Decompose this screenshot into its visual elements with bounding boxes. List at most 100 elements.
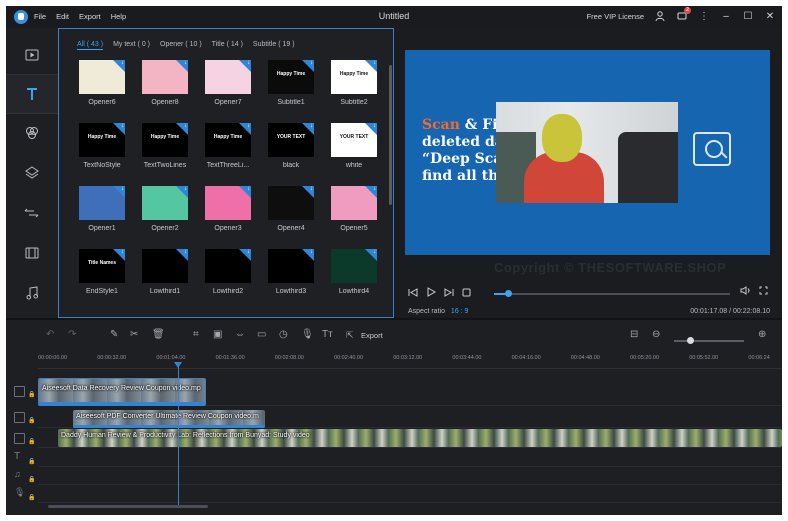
volume-icon[interactable] xyxy=(740,286,751,297)
lock-icon[interactable]: 🔒 xyxy=(28,458,35,465)
asset-item[interactable]: ↓ Opener1 xyxy=(79,186,127,232)
zoom-out-icon[interactable]: ⊖ xyxy=(652,329,660,340)
rail-filters-icon[interactable] xyxy=(6,114,58,152)
vip-license-link[interactable]: Free VIP License xyxy=(587,12,644,21)
asset-item[interactable]: Happy Time ↓ TextNoStyle xyxy=(79,123,127,169)
fit-timeline-icon[interactable]: ⊟ xyxy=(630,329,638,340)
rail-transitions-icon[interactable] xyxy=(6,194,58,232)
user-icon[interactable] xyxy=(654,10,666,22)
asset-item[interactable]: ↓ Lowthird2 xyxy=(205,249,253,295)
crop-icon[interactable]: ⌗ xyxy=(193,329,199,340)
export-button[interactable]: Export xyxy=(361,331,383,340)
tab-title[interactable]: Title ( 14 ) xyxy=(212,41,243,50)
message-icon[interactable]: 2 xyxy=(676,7,691,22)
mosaic-icon[interactable]: ▣ xyxy=(213,329,222,340)
rail-media-icon[interactable] xyxy=(6,36,58,74)
zoom-slider-handle[interactable] xyxy=(686,337,694,344)
asset-item[interactable]: YOUR TEXT ↓ white xyxy=(331,123,379,169)
preview-canvas[interactable]: Scan & Fi deleted da “Deep Sca find all … xyxy=(405,50,770,255)
asset-thumbnail[interactable]: Happy Time ↓ xyxy=(205,123,251,157)
asset-thumbnail[interactable]: ↓ xyxy=(205,249,251,283)
pencil-icon[interactable]: ✎ xyxy=(110,329,118,340)
rail-music-icon[interactable] xyxy=(6,274,58,312)
asset-item[interactable]: ↓ Opener7 xyxy=(205,60,253,106)
asset-item[interactable]: ↓ Opener6 xyxy=(79,60,127,106)
play-icon[interactable] xyxy=(426,287,437,299)
asset-item[interactable]: ↓ Lowthird1 xyxy=(142,249,190,295)
aspect-ratio-value[interactable]: 16 : 9 xyxy=(451,308,469,315)
lock-icon[interactable]: 🔒 xyxy=(28,417,35,424)
close-icon[interactable]: ✕ xyxy=(764,10,776,22)
tab-my-text[interactable]: My text ( 0 ) xyxy=(113,41,150,50)
menu-help[interactable]: Help xyxy=(111,12,126,21)
tab-opener[interactable]: Opener ( 10 ) xyxy=(160,41,202,50)
asset-item[interactable]: Happy Time ↓ Subtitle1 xyxy=(268,60,316,106)
microphone-icon[interactable]: 🎙 xyxy=(301,329,314,340)
scissors-icon[interactable]: ✂ xyxy=(130,329,138,340)
seek-handle[interactable] xyxy=(505,290,513,297)
asset-thumbnail[interactable]: ↓ xyxy=(142,186,188,220)
asset-item[interactable]: ↓ Opener5 xyxy=(331,186,379,232)
rail-overlays-icon[interactable] xyxy=(6,154,58,192)
asset-thumbnail[interactable]: ↓ xyxy=(331,249,377,283)
rail-text-icon[interactable] xyxy=(6,74,58,114)
track-visibility-checkbox[interactable] xyxy=(14,412,25,423)
asset-item[interactable]: Happy Time ↓ TextThreeLi... xyxy=(205,123,253,169)
maximize-icon[interactable]: ☐ xyxy=(742,10,754,22)
menu-export[interactable]: Export xyxy=(79,12,101,21)
asset-item[interactable]: ↓ Lowthird4 xyxy=(331,249,379,295)
menu-file[interactable]: File xyxy=(34,12,46,21)
overlay-video[interactable] xyxy=(496,102,678,203)
trash-icon[interactable]: 🗑 xyxy=(152,329,165,340)
track-visibility-checkbox[interactable] xyxy=(14,386,25,397)
asset-thumbnail[interactable]: Happy Time ↓ xyxy=(142,123,188,157)
stop-icon[interactable] xyxy=(462,288,471,299)
export-icon[interactable]: ⇱ xyxy=(346,330,354,341)
track-visibility-checkbox[interactable] xyxy=(14,433,25,444)
menu-edit[interactable]: Edit xyxy=(56,12,69,21)
asset-item[interactable]: ↓ Opener3 xyxy=(205,186,253,232)
asset-thumbnail[interactable]: Happy Time ↓ xyxy=(331,60,377,94)
asset-thumbnail[interactable]: ↓ xyxy=(205,186,251,220)
asset-thumbnail[interactable]: Happy Time ↓ xyxy=(79,123,125,157)
zoom-in-icon[interactable]: ⊕ xyxy=(758,329,766,340)
asset-item[interactable]: ↓ Opener4 xyxy=(268,186,316,232)
more-icon[interactable]: ⋮ xyxy=(698,10,710,22)
timeline-clip[interactable]: Daddy Human Review & Productivity Lab: R… xyxy=(58,429,782,447)
redo-icon[interactable]: ↷ xyxy=(68,329,76,340)
asset-item[interactable]: ↓ Opener8 xyxy=(142,60,190,106)
asset-item[interactable]: Happy Time ↓ Subtitle2 xyxy=(331,60,379,106)
asset-thumbnail[interactable]: YOUR TEXT ↓ xyxy=(268,123,314,157)
asset-thumbnail[interactable]: ↓ xyxy=(79,60,125,94)
asset-item[interactable]: YOUR TEXT ↓ black xyxy=(268,123,316,169)
tab-subtitle[interactable]: Subtitle ( 19 ) xyxy=(253,41,295,50)
lock-icon[interactable]: 🔒 xyxy=(28,438,35,445)
asset-thumbnail[interactable]: Happy Time ↓ xyxy=(268,60,314,94)
transform-icon[interactable]: ⇔ xyxy=(235,329,245,340)
zoom-slider[interactable] xyxy=(674,337,744,344)
timeline-clip[interactable]: Aiseesoft PDF Converter Ultimate Review … xyxy=(73,410,265,428)
asset-thumbnail[interactable]: ↓ xyxy=(268,249,314,283)
timeline-ruler[interactable]: 00:00:00.00 00:00:32.00 00:01:04.00 00:01:3… xyxy=(38,350,782,369)
lock-icon[interactable]: 🔒 xyxy=(28,476,35,483)
asset-item[interactable]: Happy Time ↓ TextTwoLines xyxy=(142,123,190,169)
fullscreen-icon[interactable] xyxy=(759,286,768,297)
asset-item[interactable]: ↓ Opener2 xyxy=(142,186,190,232)
snapshot-icon[interactable]: ▭ xyxy=(257,329,266,340)
speed-icon[interactable]: ◷ xyxy=(279,329,288,340)
asset-thumbnail[interactable]: ↓ xyxy=(268,186,314,220)
timeline-scrollbar[interactable] xyxy=(48,505,208,508)
asset-item[interactable]: ↓ Lowthird3 xyxy=(268,249,316,295)
asset-thumbnail[interactable]: Title Names ↓ xyxy=(79,249,125,283)
asset-thumbnail[interactable]: YOUR TEXT ↓ xyxy=(331,123,377,157)
playhead[interactable] xyxy=(178,366,179,507)
undo-icon[interactable]: ↶ xyxy=(46,329,54,340)
asset-thumbnail[interactable]: ↓ xyxy=(142,249,188,283)
asset-thumbnail[interactable]: ↓ xyxy=(331,186,377,220)
text-to-speech-icon[interactable]: Tт xyxy=(322,329,333,340)
timeline-clip[interactable]: Aiseesoft Data Recovery Review Coupon vi… xyxy=(38,378,206,406)
asset-thumbnail[interactable]: ↓ xyxy=(79,186,125,220)
previous-frame-icon[interactable] xyxy=(408,287,418,299)
rail-elements-icon[interactable] xyxy=(6,234,58,272)
next-frame-icon[interactable] xyxy=(444,287,454,299)
